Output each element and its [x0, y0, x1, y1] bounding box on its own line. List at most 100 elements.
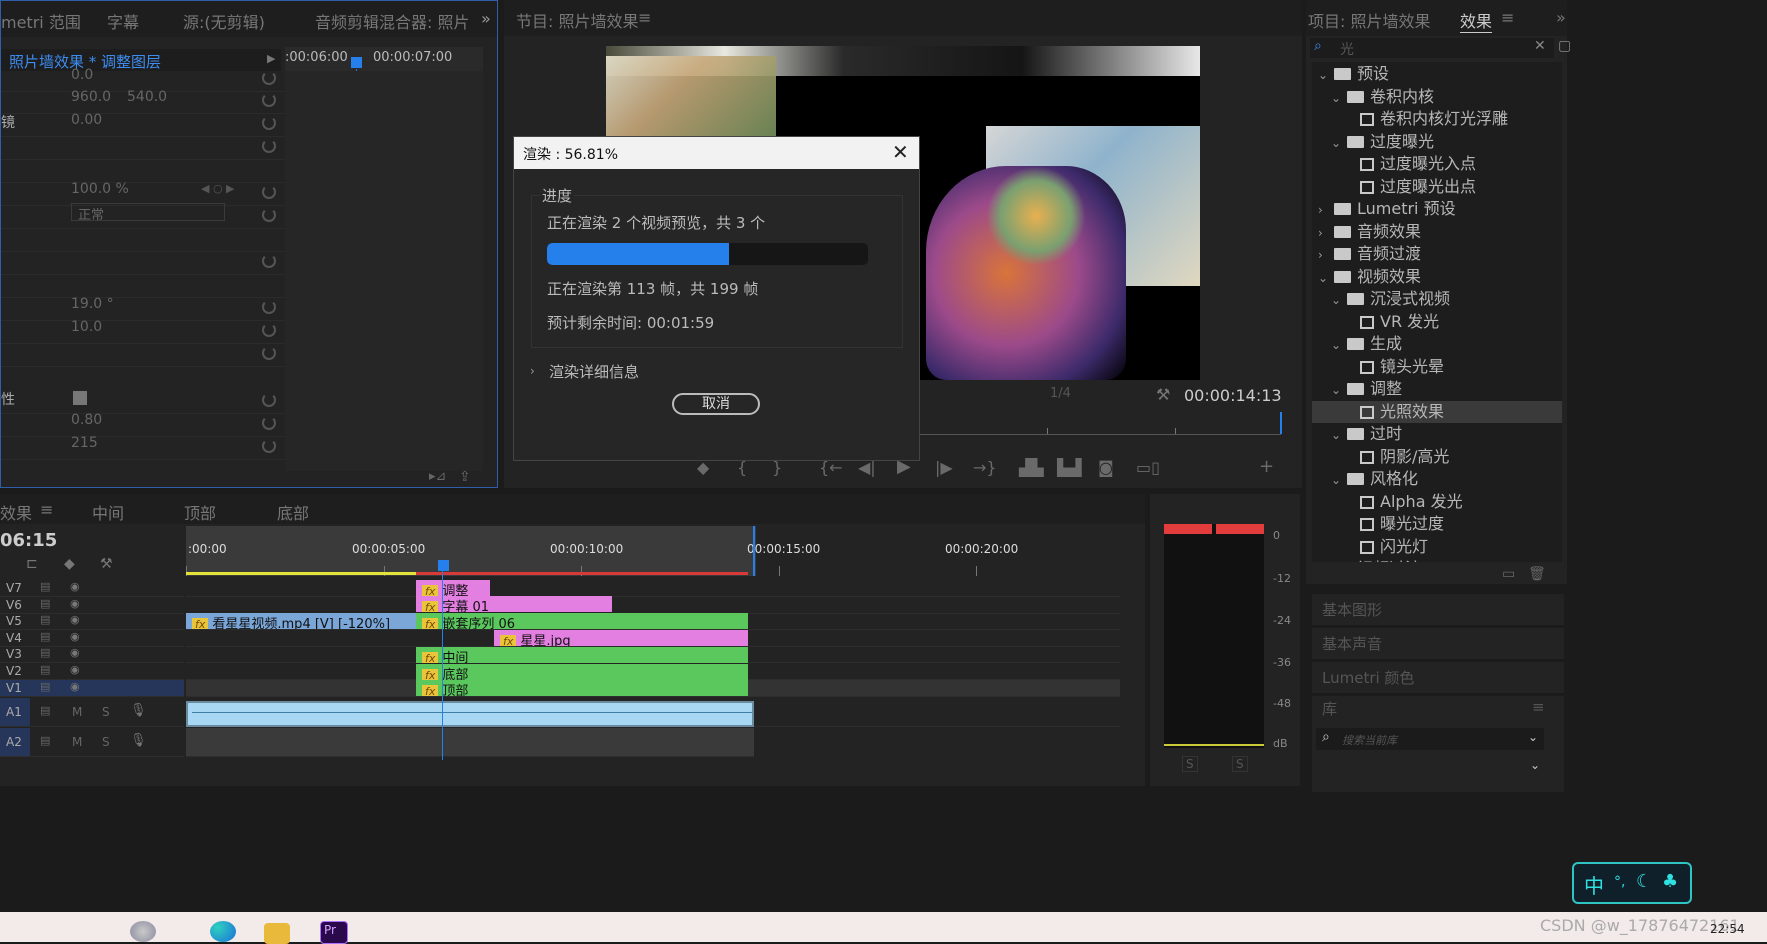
search-input[interactable]: 光 — [1340, 39, 1354, 59]
effects-tree-item[interactable]: 光照效果 — [1312, 400, 1562, 423]
toggle-sync-icon[interactable]: ▤ — [40, 580, 50, 593]
ime-toolbar[interactable]: 中 °, ☾ ♣ — [1572, 862, 1692, 904]
section-lumetri-color[interactable]: Lumetri 颜色 — [1312, 662, 1564, 694]
snap-icon[interactable]: ⊏ — [26, 556, 38, 572]
camera-icon[interactable]: ◙ — [1098, 458, 1114, 477]
audio-track-header[interactable]: A2 ▤ M S 🎙 — [0, 728, 184, 757]
effects-tree-item[interactable]: 镜头光晕 — [1312, 356, 1562, 378]
toggle-sync-icon[interactable]: ▤ — [40, 646, 50, 659]
close-icon[interactable]: ✕ — [892, 140, 909, 164]
chevron-right-icon[interactable]: › — [1318, 222, 1330, 244]
mini-keyframe-area[interactable] — [285, 71, 483, 471]
effects-tree-item[interactable]: ⌄ 视频效果 — [1312, 266, 1552, 288]
cancel-button[interactable]: 取消 — [672, 393, 760, 415]
chevron-down-icon[interactable]: ⌄ — [1318, 267, 1330, 289]
reset-icon[interactable] — [262, 116, 276, 130]
section-essential-graphics[interactable]: 基本图形 — [1312, 594, 1564, 626]
timeline-playhead-handle[interactable] — [438, 560, 449, 571]
zoom-select[interactable]: 1/4 — [1050, 386, 1134, 404]
ime-language[interactable]: 中 — [1584, 870, 1604, 899]
chevron-down-icon[interactable]: ⌄ — [1331, 87, 1343, 109]
panel-menu-icon[interactable]: ≡ — [1501, 8, 1514, 27]
microphone-icon[interactable]: 🎙 — [130, 733, 147, 748]
reset-icon[interactable] — [262, 323, 276, 337]
video-track-lane[interactable] — [186, 580, 1120, 597]
program-playhead[interactable] — [1280, 412, 1282, 434]
effects-tree-item[interactable]: ⌄ 调整 — [1312, 378, 1562, 400]
tab-effects-sequence[interactable]: 效果 — [0, 500, 32, 524]
step-forward-icon[interactable]: |▶ — [935, 458, 953, 477]
wrench-icon[interactable]: ⚒ — [100, 556, 113, 572]
effects-tree-item[interactable]: ⌄ 视频过渡 — [1312, 558, 1552, 562]
clip-top[interactable]: fx 顶部 — [416, 680, 748, 696]
clip-adjustment-layer[interactable]: fx 调整 — [416, 580, 490, 596]
reset-icon[interactable] — [262, 254, 276, 268]
new-bin-icon[interactable]: ▢ — [1558, 38, 1571, 54]
effects-tree-item[interactable]: ⌄ 卷积内核 — [1312, 86, 1562, 108]
chevron-down-icon[interactable]: ⌄ — [1530, 758, 1540, 772]
effects-tree-item[interactable]: ⌄ 过度曝光 — [1312, 131, 1562, 153]
chevron-down-icon[interactable]: ⌄ — [1318, 559, 1330, 562]
video-track-header[interactable]: V1 ▤ ◉ — [0, 679, 184, 697]
effects-tree-item[interactable]: › 音频过渡 — [1312, 243, 1552, 265]
chevron-right-icon[interactable]: › — [1318, 244, 1330, 266]
edge-browser-icon[interactable] — [210, 921, 236, 942]
effects-tree-item[interactable]: › Lumetri 预设 — [1312, 198, 1552, 220]
tab-lumetri-scopes[interactable]: metri 范围 — [1, 9, 81, 33]
reset-icon[interactable] — [262, 346, 276, 360]
chevron-right-icon[interactable]: › — [1318, 199, 1330, 221]
solo-right-button[interactable]: S — [1232, 756, 1248, 772]
video-track-header[interactable]: V5 ▤ ◉ — [0, 613, 184, 631]
new-bin-icon[interactable]: ▭ — [1502, 566, 1515, 582]
effects-search[interactable]: ⌕ 光 ✕ — [1310, 38, 1554, 58]
eye-icon[interactable]: ◉ — [70, 630, 80, 643]
tab-audio-mixer[interactable]: 音频剪辑混合器: 照片 — [315, 9, 469, 33]
more-tabs-icon[interactable]: » — [481, 9, 491, 28]
reset-icon[interactable] — [262, 71, 276, 85]
tab-effects[interactable]: 效果 — [1460, 8, 1493, 33]
clip-nested-sequence[interactable]: fx 嵌套序列 06 — [416, 613, 748, 629]
video-track-header[interactable]: V4 ▤ ◉ — [0, 630, 184, 647]
toggle-sync-icon[interactable]: ▤ — [40, 680, 50, 693]
skin-icon[interactable]: ♣ — [1662, 871, 1678, 892]
chevron-down-icon[interactable]: ⌄ — [1331, 424, 1343, 446]
effects-tree-item[interactable]: 卷积内核灯光浮雕 — [1312, 108, 1562, 130]
eye-icon[interactable]: ◉ — [70, 646, 80, 659]
filter-icon[interactable]: ▸⊿ — [429, 469, 446, 484]
panel-menu-icon[interactable]: ≡ — [638, 8, 651, 27]
eye-icon[interactable]: ◉ — [70, 613, 80, 626]
keyframe-nav-icon[interactable]: ◀ ○ ▶ — [201, 182, 235, 195]
clip-audio[interactable] — [186, 701, 754, 727]
toggle-sync-icon[interactable]: ▤ — [40, 597, 50, 610]
chevron-right-icon[interactable]: › — [530, 364, 535, 378]
marker-icon[interactable]: ◆ — [64, 556, 75, 572]
tab-captions[interactable]: 字幕 — [107, 9, 139, 33]
toggle-sync-icon[interactable]: ▤ — [40, 613, 50, 626]
panel-menu-icon[interactable]: ≡ — [40, 500, 53, 519]
reset-icon[interactable] — [262, 416, 276, 430]
search-app-icon[interactable] — [130, 921, 156, 942]
clip-middle[interactable]: fx 中间 — [416, 647, 748, 663]
eye-icon[interactable]: ◉ — [70, 663, 80, 676]
go-to-out-icon[interactable]: →} — [973, 458, 997, 477]
solo-left-button[interactable]: S — [1182, 756, 1198, 772]
audio-track-lane[interactable] — [186, 728, 754, 757]
panel-menu-icon[interactable]: ≡ — [1532, 698, 1545, 716]
export-icon[interactable]: ⇪ — [459, 469, 471, 485]
effects-tree-item[interactable]: ⌄ 生成 — [1312, 333, 1562, 355]
reset-icon[interactable] — [262, 185, 276, 199]
clip-caption[interactable]: fx 字幕 01 — [416, 596, 612, 612]
tab-bottom[interactable]: 底部 — [277, 500, 309, 524]
eye-icon[interactable]: ◉ — [70, 680, 80, 693]
video-track-header[interactable]: V6 ▤ ◉ — [0, 597, 184, 614]
library-search-input[interactable]: 搜索当前库 — [1342, 732, 1397, 748]
clip-bottom[interactable]: fx 底部 — [416, 664, 748, 680]
chevron-down-icon[interactable]: ⌄ — [1331, 132, 1343, 154]
more-tabs-icon[interactable]: » — [1556, 8, 1566, 27]
tab-middle[interactable]: 中间 — [92, 500, 124, 524]
solo-button[interactable]: S — [102, 735, 110, 749]
compare-icon[interactable]: ▭▯ — [1136, 458, 1160, 477]
chevron-down-icon[interactable]: ⌄ — [1331, 469, 1343, 491]
effects-tree-item[interactable]: ⌄ 预设 — [1312, 63, 1552, 85]
toggle-sync-icon[interactable]: ▤ — [40, 704, 50, 717]
